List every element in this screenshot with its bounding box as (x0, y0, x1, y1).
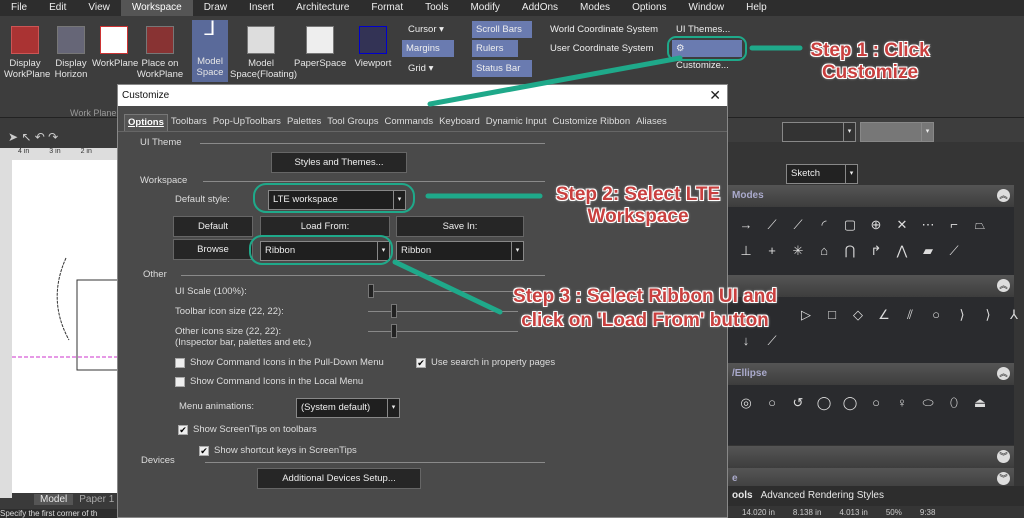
arrow-step1-b (427, 55, 683, 107)
highlight-default-style (253, 183, 415, 213)
step2-annotation: Step 2: Select LTE Workspace (555, 184, 721, 227)
step3-annotation-line2: click on 'Load From' button (521, 310, 769, 331)
highlight-load-from (249, 235, 393, 265)
arrow-step3 (392, 259, 503, 315)
step1-annotation: Step 1 : Click Customize (810, 40, 930, 83)
step3-annotation-line1: Step 3 : Select Ribbon UI and (513, 286, 777, 307)
